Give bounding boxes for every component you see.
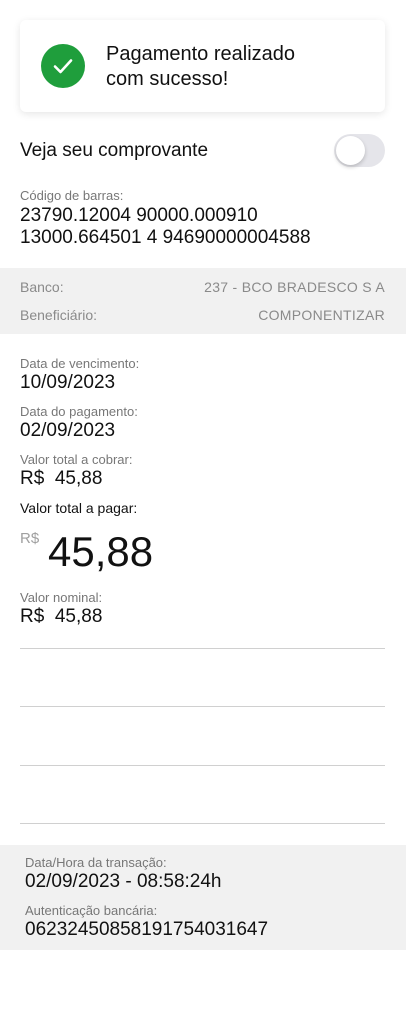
payment-date-field: Data do pagamento: 02/09/2023 — [20, 404, 380, 442]
transaction-section: Data/Hora da transação: 02/09/2023 - 08:… — [0, 845, 406, 950]
beneficiary-label: Beneficiário: — [20, 307, 98, 323]
total-charge-label: Valor total a cobrar: — [20, 452, 133, 467]
due-date-field: Data de vencimento: 10/09/2023 — [20, 356, 380, 394]
barcode-line1: 23790.12004 90000.000910 — [20, 205, 258, 226]
total-pay-currency: R$ — [20, 530, 40, 547]
toggle-knob — [336, 136, 365, 165]
payment-date-value: 02/09/2023 — [20, 420, 116, 441]
divider — [20, 648, 385, 649]
transaction-datetime-field: Data/Hora da transação: 02/09/2023 - 08:… — [25, 855, 385, 893]
success-message: Pagamento realizado com sucesso! — [106, 42, 356, 92]
nominal-value: R$ 45,88 — [20, 606, 103, 627]
due-date-label: Data de vencimento: — [20, 356, 140, 371]
divider — [20, 706, 385, 707]
bank-auth-field: Autenticação bancária: 06232450858191754… — [25, 903, 385, 941]
payment-receipt-screen: Pagamento realizado com sucesso! Veja se… — [0, 0, 406, 1024]
due-date-value: 10/09/2023 — [20, 372, 116, 393]
receipt-toggle-switch[interactable] — [334, 134, 385, 167]
beneficiary-row: Beneficiário: COMPONENTIZAR — [20, 307, 385, 327]
total-charge-value: R$ 45,88 — [20, 468, 103, 489]
check-icon — [41, 44, 85, 88]
nominal-value-field: Valor nominal: R$ 45,88 — [20, 590, 380, 628]
payment-date-label: Data do pagamento: — [20, 404, 138, 419]
bank-auth-label: Autenticação bancária: — [25, 903, 158, 918]
barcode-section: Código de barras: 23790.12004 90000.0009… — [20, 188, 390, 249]
divider — [20, 765, 385, 766]
transaction-datetime-value: 02/09/2023 - 08:58:24h — [25, 871, 222, 892]
receipt-toggle-label: Veja seu comprovante — [20, 140, 209, 161]
bank-row: Banco: 237 - BCO BRADESCO S A — [20, 279, 385, 299]
success-card: Pagamento realizado com sucesso! — [20, 20, 385, 112]
success-message-line1: Pagamento realizado — [106, 43, 296, 65]
barcode-label: Código de barras: — [20, 188, 124, 203]
total-charge-field: Valor total a cobrar: R$ 45,88 — [20, 452, 380, 490]
bank-value: 237 - BCO BRADESCO S A — [204, 279, 385, 295]
success-message-line2: com sucesso! — [106, 68, 229, 90]
barcode-line2: 13000.664501 4 94690000004588 — [20, 227, 311, 248]
receipt-toggle-row: Veja seu comprovante — [20, 134, 385, 168]
total-pay-label: Valor total a pagar: — [20, 500, 138, 516]
beneficiary-value: COMPONENTIZAR — [258, 307, 385, 323]
total-pay-amount: 45,88 — [48, 528, 154, 575]
divider — [20, 823, 385, 824]
transaction-datetime-label: Data/Hora da transação: — [25, 855, 167, 870]
nominal-value-label: Valor nominal: — [20, 590, 103, 605]
bank-label: Banco: — [20, 279, 64, 295]
bank-info-section: Banco: 237 - BCO BRADESCO S A Beneficiár… — [0, 268, 406, 334]
bank-auth-value: 0623245085819175403164​7 — [25, 919, 269, 940]
